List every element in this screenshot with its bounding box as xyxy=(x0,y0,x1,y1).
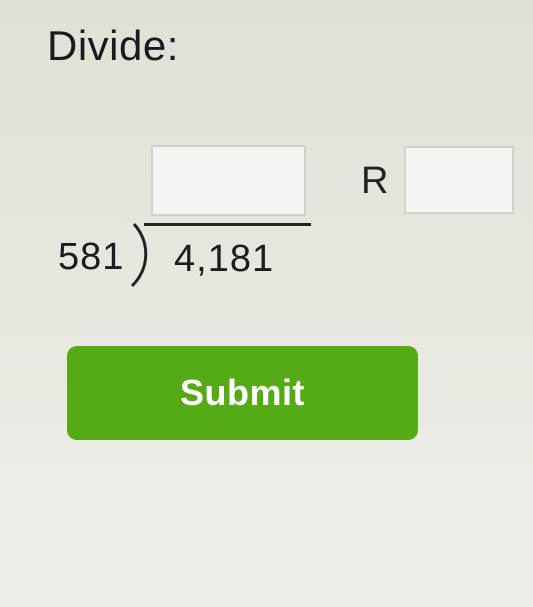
remainder-input[interactable] xyxy=(404,146,514,214)
dividend: 4,181 xyxy=(174,238,275,280)
submit-button[interactable]: Submit xyxy=(67,346,418,440)
long-division-bracket xyxy=(130,223,148,288)
quotient-input[interactable] xyxy=(151,145,306,216)
remainder-label: R xyxy=(361,160,389,202)
divisor: 581 xyxy=(58,236,125,278)
division-bar xyxy=(144,223,311,226)
problem-prompt: Divide: xyxy=(47,22,179,69)
